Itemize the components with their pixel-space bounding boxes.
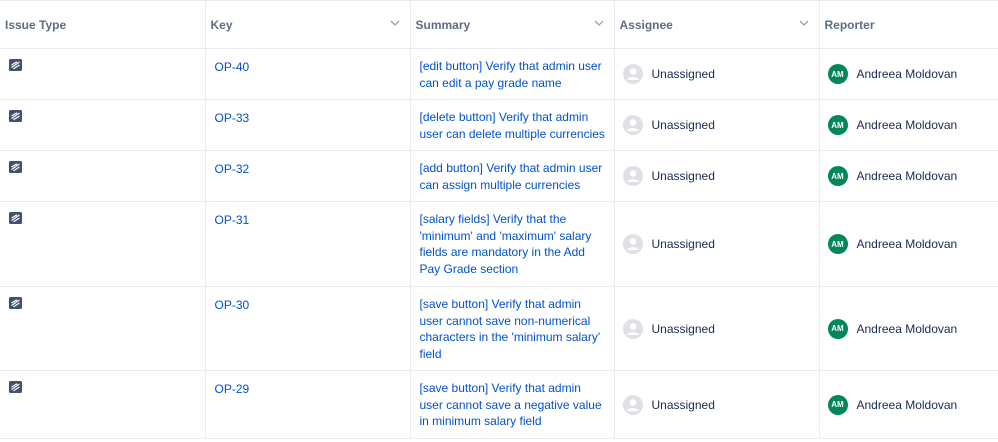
- reporter-name: Andreea Moldovan: [856, 169, 958, 183]
- cell-key: OP-30: [205, 286, 411, 371]
- reporter-name: Andreea Moldovan: [856, 237, 958, 251]
- table-row[interactable]: OP-31 [salary fields] Verify that the 'm…: [0, 201, 998, 287]
- test-issue-icon: [9, 59, 22, 71]
- cell-issue-type: [0, 48, 206, 100]
- cell-assignee[interactable]: Unassigned: [614, 201, 820, 287]
- unassigned-avatar-icon: [622, 115, 643, 135]
- cell-summary: [salary fields] Verify that the 'minimum…: [410, 201, 615, 287]
- issue-key-link[interactable]: OP-32: [215, 162, 250, 176]
- cell-summary: [edit button] Verify that admin user can…: [410, 48, 615, 100]
- cell-reporter[interactable]: AM Andreea Moldovan: [819, 286, 998, 371]
- cell-issue-type: [0, 99, 206, 151]
- cell-reporter[interactable]: AM Andreea Moldovan: [819, 99, 998, 151]
- column-header-label: Summary: [415, 17, 471, 32]
- cell-key: OP-40: [205, 48, 411, 100]
- chevron-down-icon[interactable]: [799, 18, 809, 28]
- assignee-name: Unassigned: [651, 321, 715, 336]
- table-row[interactable]: OP-40 [edit button] Verify that admin us…: [0, 48, 998, 100]
- column-header-label: Key: [210, 17, 233, 32]
- header-row: Issue Type Key Summary Assignee Reporter: [0, 0, 998, 49]
- unassigned-avatar-icon: [622, 166, 643, 186]
- cell-key: OP-32: [205, 150, 411, 202]
- issue-summary-link[interactable]: [save button] Verify that admin user can…: [411, 371, 614, 430]
- column-header-assignee[interactable]: Assignee: [614, 0, 820, 49]
- issue-key-link[interactable]: OP-30: [215, 298, 250, 312]
- cell-assignee[interactable]: Unassigned: [614, 99, 820, 151]
- reporter-avatar: AM: [827, 318, 848, 339]
- cell-assignee[interactable]: Unassigned: [614, 286, 820, 371]
- column-header-label: Assignee: [619, 17, 673, 32]
- cell-reporter[interactable]: AM Andreea Moldovan: [819, 201, 998, 287]
- cell-reporter[interactable]: AM Andreea Moldovan: [819, 48, 998, 100]
- cell-summary: [save button] Verify that admin user can…: [410, 370, 615, 439]
- cell-key: OP-33: [205, 99, 411, 151]
- reporter-avatar: AM: [827, 115, 848, 135]
- issue-key-link[interactable]: OP-33: [215, 111, 250, 125]
- column-header-label: Reporter: [824, 17, 875, 32]
- chevron-down-icon[interactable]: [390, 18, 400, 28]
- issue-key-link[interactable]: OP-29: [215, 382, 250, 396]
- unassigned-avatar-icon: [622, 234, 643, 254]
- assignee-name: Unassigned: [651, 169, 715, 183]
- cell-key: OP-29: [205, 370, 411, 439]
- column-header-issue-type[interactable]: Issue Type: [0, 0, 206, 49]
- cell-issue-type: [0, 370, 206, 439]
- issue-summary-link[interactable]: [edit button] Verify that admin user can…: [411, 49, 614, 91]
- cell-issue-type: [0, 150, 206, 202]
- reporter-avatar: AM: [827, 166, 848, 186]
- cell-summary: [add button] Verify that admin user can …: [410, 150, 615, 202]
- cell-reporter[interactable]: AM Andreea Moldovan: [819, 370, 998, 439]
- cell-assignee[interactable]: Unassigned: [614, 48, 820, 100]
- cell-assignee[interactable]: Unassigned: [614, 150, 820, 202]
- issue-summary-link[interactable]: [delete button] Verify that admin user c…: [411, 100, 614, 142]
- column-header-key[interactable]: Key: [205, 0, 411, 49]
- issue-key-link[interactable]: OP-31: [215, 213, 250, 227]
- assignee-name: Unassigned: [651, 118, 715, 132]
- unassigned-avatar-icon: [622, 64, 643, 84]
- reporter-avatar: AM: [827, 234, 848, 254]
- issue-key-link[interactable]: OP-40: [215, 60, 250, 74]
- test-issue-icon: [9, 161, 22, 173]
- issue-summary-link[interactable]: [add button] Verify that admin user can …: [411, 151, 614, 193]
- cell-summary: [save button] Verify that admin user can…: [410, 286, 615, 371]
- table-row[interactable]: OP-33 [delete button] Verify that admin …: [0, 99, 998, 151]
- test-issue-icon: [9, 297, 22, 309]
- reporter-avatar: AM: [827, 64, 848, 84]
- table-row[interactable]: OP-32 [add button] Verify that admin use…: [0, 150, 998, 202]
- column-header-label: Issue Type: [5, 17, 67, 32]
- reporter-name: Andreea Moldovan: [856, 118, 958, 132]
- table-row[interactable]: OP-29 [save button] Verify that admin us…: [0, 370, 998, 439]
- cell-reporter[interactable]: AM Andreea Moldovan: [819, 150, 998, 202]
- reporter-name: Andreea Moldovan: [856, 397, 958, 412]
- unassigned-avatar-icon: [622, 318, 643, 339]
- test-issue-icon: [9, 110, 22, 122]
- cell-assignee[interactable]: Unassigned: [614, 370, 820, 439]
- assignee-name: Unassigned: [651, 237, 715, 251]
- assignee-name: Unassigned: [651, 397, 715, 412]
- table-row[interactable]: OP-30 [save button] Verify that admin us…: [0, 286, 998, 371]
- unassigned-avatar-icon: [622, 394, 643, 415]
- reporter-avatar: AM: [827, 394, 848, 415]
- test-issue-icon: [9, 381, 22, 393]
- reporter-name: Andreea Moldovan: [856, 321, 958, 336]
- issue-summary-link[interactable]: [save button] Verify that admin user can…: [411, 287, 614, 362]
- cell-key: OP-31: [205, 201, 411, 287]
- reporter-name: Andreea Moldovan: [856, 67, 958, 81]
- assignee-name: Unassigned: [651, 67, 715, 81]
- issue-summary-link[interactable]: [salary fields] Verify that the 'minimum…: [411, 202, 614, 277]
- chevron-down-icon[interactable]: [594, 18, 604, 28]
- cell-summary: [delete button] Verify that admin user c…: [410, 99, 615, 151]
- column-header-summary[interactable]: Summary: [410, 0, 615, 49]
- column-header-reporter[interactable]: Reporter: [819, 0, 998, 49]
- issue-table: Issue Type Key Summary Assignee Reporter…: [0, 0, 998, 439]
- cell-issue-type: [0, 286, 206, 371]
- test-issue-icon: [9, 212, 22, 224]
- cell-issue-type: [0, 201, 206, 287]
